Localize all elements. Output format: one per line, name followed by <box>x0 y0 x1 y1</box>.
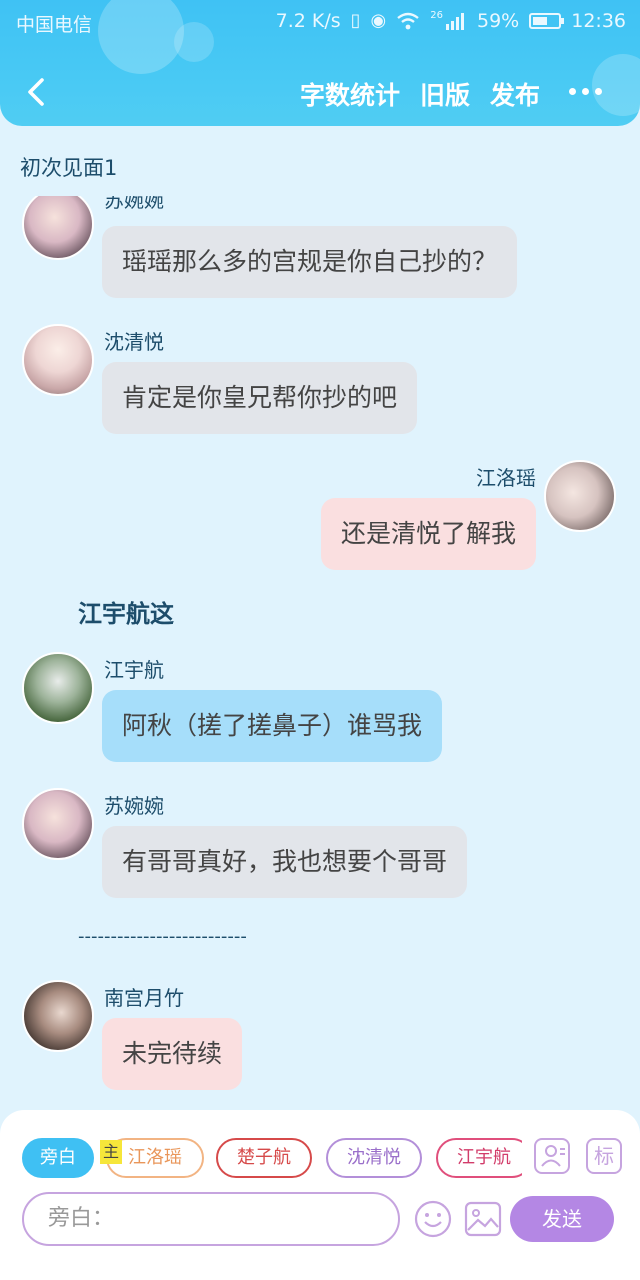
sender-name: 江宇航 <box>104 658 164 682</box>
battery-fill <box>533 17 548 25</box>
message-bubble[interactable]: 还是清悦了解我 <box>320 498 536 570</box>
chat-area[interactable]: 苏婉婉 瑶瑶那么多的宫规是你自己抄的？ 沈清悦 肯定是你皇兄帮你抄的吧 江洛瑶 … <box>0 196 640 1108</box>
role-chip[interactable]: 楚子航 <box>216 1138 312 1178</box>
composer-panel: 旁白 主 江洛瑶 楚子航 沈清悦 江宇航 标 旁白： 发送 <box>0 1110 640 1280</box>
sender-name: 江洛瑶 <box>476 466 536 490</box>
message-input[interactable]: 旁白： <box>22 1192 400 1246</box>
network-speed: 7.2 K/s <box>275 10 341 32</box>
status-bar: 中国电信 7.2 K/s ▯ ◉ 26 59% 12:36 <box>0 0 640 44</box>
status-icons: 7.2 K/s ▯ ◉ 26 59% 12:36 <box>276 10 626 32</box>
nav-bar: 字数统计 旧版 发布 <box>0 62 640 122</box>
carrier-label: 中国电信 <box>16 14 93 36</box>
back-icon[interactable] <box>20 72 50 112</box>
person-icon[interactable] <box>534 1138 570 1174</box>
message-bubble[interactable]: 瑶瑶那么多的宫规是你自己抄的？ <box>102 226 518 298</box>
vibrate-icon: ▯ <box>350 10 361 31</box>
message-bubble[interactable]: 阿秋（搓了搓鼻子）谁骂我 <box>102 690 443 762</box>
eye-icon: ◉ <box>370 10 387 31</box>
old-version-button[interactable]: 旧版 <box>420 76 470 112</box>
message-bubble[interactable]: 有哥哥真好，我也想要个哥哥 <box>102 826 468 898</box>
network-type: 26 <box>430 10 443 21</box>
word-count-button[interactable]: 字数统计 <box>300 76 400 112</box>
message-bubble[interactable]: 未完待续 <box>102 1018 243 1090</box>
avatar[interactable] <box>544 460 616 532</box>
battery-percent: 59% <box>477 10 520 32</box>
input-row: 旁白： 发送 <box>22 1192 622 1246</box>
narration-text[interactable]: 江宇航这 <box>78 594 174 629</box>
sender-name: 苏婉婉 <box>104 794 164 818</box>
avatar[interactable] <box>22 652 94 724</box>
tag-button[interactable]: 标 <box>586 1138 622 1174</box>
battery-icon <box>529 13 565 29</box>
more-icon[interactable] <box>569 88 602 95</box>
sender-name: 沈清悦 <box>104 330 164 354</box>
main-role-badge: 主 <box>100 1140 122 1164</box>
clock: 12:36 <box>571 10 626 32</box>
sender-name: 南宫月竹 <box>104 986 184 1010</box>
avatar[interactable] <box>22 788 94 860</box>
publish-button[interactable]: 发布 <box>490 76 540 112</box>
image-icon[interactable] <box>464 1200 502 1238</box>
role-chip-narrator[interactable]: 旁白 <box>22 1138 94 1178</box>
emoji-icon[interactable] <box>414 1200 452 1238</box>
message-bubble[interactable]: 肯定是你皇兄帮你抄的吧 <box>102 362 418 434</box>
role-chip[interactable]: 沈清悦 <box>326 1138 422 1178</box>
avatar[interactable] <box>22 324 94 396</box>
role-chip[interactable]: 江宇航 <box>436 1138 522 1178</box>
divider-text[interactable]: -------------------------- <box>78 926 247 947</box>
signal-icon <box>446 13 464 30</box>
header: 中国电信 7.2 K/s ▯ ◉ 26 59% 12:36 字数统计 旧版 发布 <box>0 0 640 126</box>
send-button[interactable]: 发送 <box>510 1196 614 1242</box>
avatar[interactable] <box>22 196 94 260</box>
sender-name: 苏婉婉 <box>104 196 164 212</box>
avatar[interactable] <box>22 980 94 1052</box>
wifi-icon <box>397 12 420 30</box>
nav-actions: 字数统计 旧版 发布 <box>300 76 540 112</box>
chapter-title: 初次见面1 <box>20 156 118 180</box>
role-chips: 旁白 主 江洛瑶 楚子航 沈清悦 江宇航 <box>22 1136 522 1180</box>
